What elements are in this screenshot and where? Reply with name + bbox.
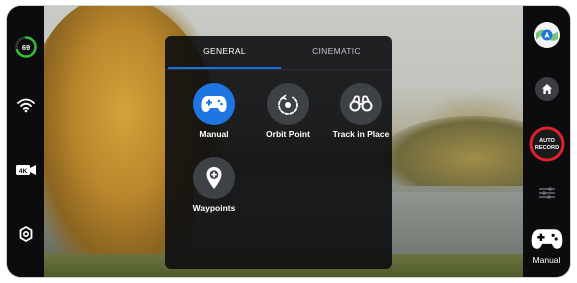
mode-track-in-place[interactable]: Track in Place [326,83,396,143]
mode-orbit-point-button[interactable] [267,83,309,125]
auto-record-button[interactable]: AUTO RECORD [529,126,565,162]
sliders-icon[interactable] [537,184,557,202]
home-icon [542,84,552,94]
gear-icon[interactable] [13,222,39,246]
binoculars-icon [349,95,373,112]
orbit-icon [278,94,298,115]
mode-waypoints-label: Waypoints [192,203,236,213]
flight-mode-panel: GENERAL CINEMATIC Manual Orbit Point Tra… [165,36,392,269]
mode-tabs: GENERAL CINEMATIC [165,36,392,70]
tab-cinematic[interactable]: CINEMATIC [280,46,393,56]
mode-waypoints[interactable]: Waypoints [179,157,249,217]
wifi-icon[interactable] [13,93,39,117]
distant-trees [384,116,523,186]
current-mode-button[interactable] [529,226,565,252]
tab-general[interactable]: GENERAL [168,46,281,56]
auto-record-line2: RECORD [535,145,559,151]
battery-indicator[interactable]: 69 [13,35,39,59]
map-button[interactable] [532,20,562,50]
gamepad-icon [531,229,563,249]
gamepad-icon [201,96,227,112]
home-button[interactable] [535,77,559,101]
record-ring-icon: AUTO RECORD [529,126,565,162]
right-sidebar: AUTO RECORD Manual [523,6,570,277]
mode-waypoints-button[interactable] [193,157,235,199]
left-sidebar: 69 4K [7,6,44,277]
current-mode-label: Manual [532,255,561,265]
map-pin-plus-icon [206,167,222,189]
video-camera-icon: 4K [16,165,36,175]
mode-track-in-place-button[interactable] [340,83,382,125]
battery-ring-icon: 69 [15,36,37,58]
map-icon [534,22,560,48]
mode-orbit-point[interactable]: Orbit Point [253,83,323,143]
mode-manual[interactable]: Manual [179,83,249,143]
tab-divider [165,69,392,70]
auto-record-line1: AUTO [539,138,555,144]
resolution-label: 4K [19,168,28,175]
mode-track-in-place-label: Track in Place [332,129,390,139]
mode-manual-button[interactable] [193,83,235,125]
active-tab-indicator [168,67,281,69]
device-frame: 69 4K GENERAL CINEMATIC Manual Orbit Poi… [7,6,570,277]
resolution-badge[interactable]: 4K [13,158,39,182]
battery-percent: 69 [22,43,30,52]
